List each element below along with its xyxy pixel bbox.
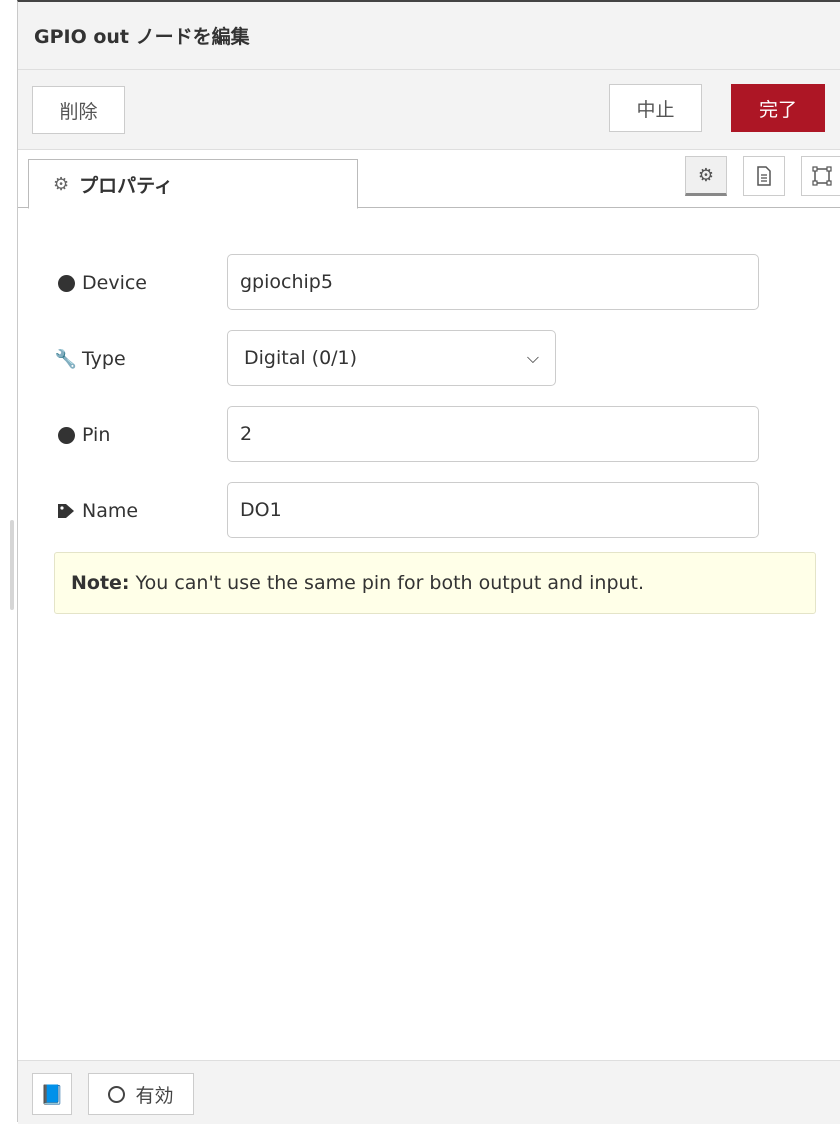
pin-label-text: Pin	[82, 424, 111, 446]
type-label-text: Type	[82, 348, 126, 370]
cancel-button[interactable]: 中止	[609, 84, 702, 132]
device-input[interactable]: gpiochip5	[227, 254, 759, 310]
name-label: Name	[56, 496, 138, 526]
edit-tray: GPIO out ノードを編集 削除 中止 完了 ⚙ プロパティ ⚙ Devic…	[17, 0, 840, 1124]
tab-properties-label: プロパティ	[79, 174, 174, 197]
type-select[interactable]: Digital (0/1) ⌵	[227, 330, 556, 386]
tray-toolbar: 削除 中止 完了	[18, 70, 840, 150]
note-title: Note:	[71, 572, 130, 594]
gear-icon: ⚙	[53, 173, 70, 195]
tab-bar: ⚙ プロパティ ⚙	[18, 150, 840, 209]
note-text: You can't use the same pin for both outp…	[135, 572, 645, 594]
note-box: Note: You can't use the same pin for bot…	[54, 552, 816, 614]
enable-label: 有効	[135, 1084, 174, 1107]
circle-icon	[57, 274, 75, 292]
radio-icon	[108, 1085, 126, 1103]
properties-form: Device gpiochip5 🔧 Type Digital (0/1) ⌵ …	[18, 208, 840, 1028]
wrench-icon: 🔧	[54, 348, 78, 370]
tray-title: GPIO out ノードを編集	[34, 26, 250, 48]
enable-toggle[interactable]: 有効	[88, 1073, 194, 1115]
gear-icon: ⚙	[697, 164, 715, 186]
layout-icon	[811, 166, 832, 186]
device-label-text: Device	[82, 272, 147, 294]
resize-handle[interactable]	[10, 520, 14, 610]
node-help-button[interactable]: 📘	[32, 1073, 72, 1115]
description-tab-button[interactable]	[743, 156, 785, 196]
type-label: 🔧 Type	[54, 344, 126, 374]
pin-label: Pin	[56, 420, 110, 450]
done-button[interactable]: 完了	[731, 84, 825, 132]
delete-button[interactable]: 削除	[32, 86, 125, 134]
tab-properties[interactable]: ⚙ プロパティ	[28, 159, 358, 209]
chevron-down-icon: ⌵	[526, 348, 539, 367]
type-select-value: Digital (0/1)	[244, 347, 358, 369]
appearance-tab-button[interactable]	[801, 156, 840, 196]
name-input[interactable]: DO1	[227, 482, 759, 538]
document-icon	[757, 166, 771, 186]
circle-icon	[57, 426, 75, 444]
tray-footer: 📘 有効	[18, 1060, 840, 1124]
left-gutter	[0, 0, 17, 1122]
tag-icon	[56, 503, 76, 519]
book-icon: 📘	[40, 1083, 64, 1106]
device-label: Device	[56, 268, 147, 298]
settings-tab-button[interactable]: ⚙	[685, 156, 727, 196]
name-label-text: Name	[82, 500, 139, 522]
tray-header: GPIO out ノードを編集	[18, 2, 840, 70]
pin-input[interactable]: 2	[227, 406, 759, 462]
